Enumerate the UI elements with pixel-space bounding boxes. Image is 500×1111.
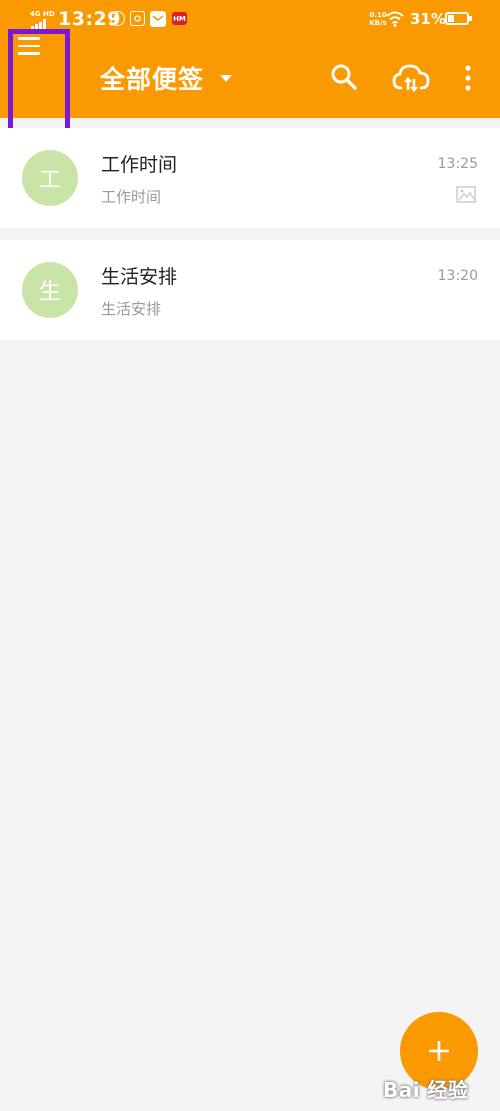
plus-icon (429, 1041, 449, 1061)
avatar: 工 (22, 150, 78, 206)
battery-percent: 31% (410, 10, 446, 28)
app-icon (130, 11, 145, 26)
mail-icon (150, 11, 166, 27)
battery-icon (445, 12, 472, 25)
menu-button-highlight[interactable] (8, 29, 70, 139)
image-attachment-icon (456, 186, 476, 203)
page-title: 全部便签 (100, 65, 205, 94)
dropdown-arrow-icon (220, 74, 233, 82)
wifi-icon (386, 11, 404, 27)
avatar: 生 (22, 262, 78, 318)
accessibility-icon (110, 11, 125, 26)
watermark: Bai 经验 (383, 1078, 469, 1102)
note-preview: 生活安排 (101, 300, 162, 318)
status-bar: 4G HD 13:29 HM 0.10 KB/s 31% (0, 0, 500, 38)
signal-icon (31, 19, 49, 29)
cloud-sync-icon[interactable] (392, 62, 430, 94)
note-time: 13:25 (437, 156, 478, 172)
note-preview: 工作时间 (101, 188, 162, 206)
battery-level (448, 15, 454, 22)
more-vertical-icon[interactable] (460, 65, 476, 91)
note-item[interactable]: 生 生活安排 13:20 生活安排 (0, 240, 500, 340)
note-time: 13:20 (437, 268, 478, 284)
red-app-icon: HM (172, 12, 187, 25)
note-item[interactable]: 工 工作时间 13:25 工作时间 (0, 128, 500, 228)
note-title: 工作时间 (101, 154, 178, 176)
search-icon[interactable] (330, 63, 358, 91)
title-dropdown[interactable]: 全部便签 (100, 60, 233, 96)
note-title: 生活安排 (101, 266, 178, 288)
network-type: 4G HD (30, 10, 55, 18)
app-bar: 4G HD 13:29 HM 0.10 KB/s 31% 全部便签 (0, 0, 500, 118)
